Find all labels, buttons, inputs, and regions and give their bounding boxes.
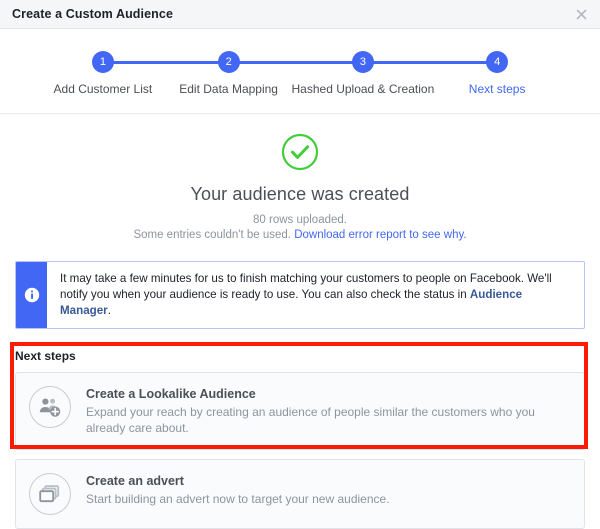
step-number-badge: 2 (217, 51, 240, 73)
option-title: Create an advert (86, 474, 184, 488)
next-steps-heading: Next steps (15, 349, 76, 363)
step-number-badge: 1 (91, 51, 114, 73)
step-label: Hashed Upload & Creation (291, 82, 435, 96)
entries-note-text: Some entries couldn't be used. (133, 229, 291, 241)
dialog-header: Create a Custom Audience (0, 0, 600, 29)
close-icon[interactable] (572, 5, 590, 23)
create-lookalike-audience-card[interactable]: Create a Lookalike Audience Expand your … (15, 372, 585, 450)
step-label: Edit Data Mapping (179, 82, 278, 96)
success-block: Your audience was created 80 rows upload… (0, 114, 600, 243)
rows-uploaded-text: 80 rows uploaded. (253, 214, 347, 226)
option-description: Start building an advert now to target y… (86, 492, 390, 506)
advert-windows-icon (29, 473, 71, 515)
option-description: Expand your reach by creating an audienc… (86, 405, 535, 435)
option-body: Create an advert Start building an adver… (86, 473, 390, 507)
stepper-step-1[interactable]: 1 Add Customer List (40, 51, 166, 96)
info-banner-period: . (107, 304, 111, 317)
option-body: Create a Lookalike Audience Expand your … (86, 386, 556, 436)
download-error-report-link[interactable]: Download error report to see why. (294, 229, 466, 241)
step-number-badge: 4 (486, 51, 509, 73)
create-advert-card[interactable]: Create an advert Start building an adver… (15, 459, 585, 529)
stepper-step-3[interactable]: 3 Hashed Upload & Creation (291, 51, 435, 96)
success-title: Your audience was created (190, 184, 410, 204)
check-circle-icon (281, 133, 319, 171)
progress-stepper: 1 Add Customer List 2 Edit Data Mapping … (0, 29, 600, 114)
step-label: Add Customer List (53, 82, 153, 96)
stepper-step-2[interactable]: 2 Edit Data Mapping (166, 51, 292, 96)
option-title: Create a Lookalike Audience (86, 387, 256, 401)
dialog-title: Create a Custom Audience (12, 7, 174, 21)
entries-note-line: Some entries couldn't be used. Download … (0, 228, 600, 243)
add-audience-icon (29, 386, 71, 428)
next-steps-section: Next steps Create a Lookalike Audience E… (10, 342, 588, 529)
info-icon (16, 262, 47, 328)
step-label: Next steps (468, 82, 526, 96)
success-subtext: 80 rows uploaded. Some entries couldn't … (0, 213, 600, 243)
step-number-badge: 3 (351, 51, 374, 73)
stepper-step-4[interactable]: 4 Next steps (434, 51, 560, 96)
info-banner: It may take a few minutes for us to fini… (15, 261, 585, 329)
info-banner-text: It may take a few minutes for us to fini… (47, 262, 584, 328)
